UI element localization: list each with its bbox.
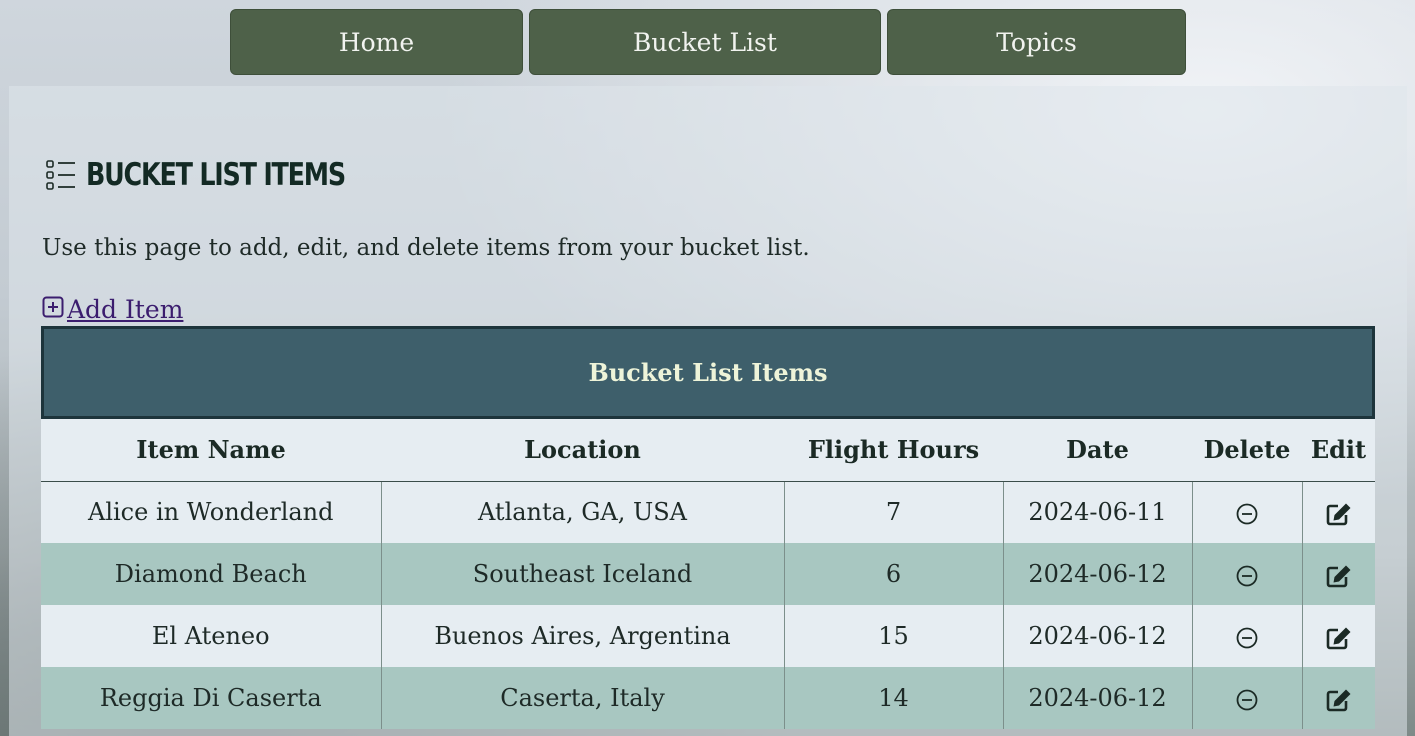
cell-date: 2024-06-12 <box>1002 605 1192 667</box>
cell-date: 2024-06-12 <box>1002 543 1192 605</box>
cell-item-name: Reggia Di Caserta <box>41 667 381 729</box>
edit-square-icon[interactable] <box>1326 502 1352 526</box>
header-item-name: Item Name <box>41 419 381 482</box>
add-item-label[interactable]: Add Item <box>67 295 183 324</box>
cell-flight-hours: 7 <box>783 481 1003 543</box>
cell-flight-hours: 15 <box>783 605 1003 667</box>
page-heading: Bucket List Items <box>45 155 402 195</box>
cell-date: 2024-06-12 <box>1002 667 1192 729</box>
minus-circle-icon[interactable] <box>1236 565 1258 587</box>
minus-circle-icon[interactable] <box>1236 503 1258 525</box>
cell-location: Southeast Iceland <box>380 543 784 605</box>
header-location: Location <box>381 419 784 482</box>
cell-item-name: Alice in Wonderland <box>41 481 381 543</box>
header-flight-hours: Flight Hours <box>784 419 1003 482</box>
cell-location: Buenos Aires, Argentina <box>380 605 784 667</box>
nav-topics-button[interactable]: Topics <box>887 9 1186 75</box>
bucket-list-table: Bucket List Items Item Name Location Fli… <box>41 326 1375 729</box>
table-caption: Bucket List Items <box>41 326 1375 419</box>
cell-delete <box>1191 543 1302 605</box>
cell-location: Caserta, Italy <box>380 667 784 729</box>
nav-bucket-list-button[interactable]: Bucket List <box>529 9 881 75</box>
cell-delete <box>1191 605 1302 667</box>
cell-date: 2024-06-11 <box>1002 481 1192 543</box>
page-title: Bucket List Items <box>86 157 346 193</box>
header-date: Date <box>1003 419 1192 482</box>
table-row: El Ateneo Buenos Aires, Argentina 15 202… <box>41 605 1375 667</box>
table-row: Diamond Beach Southeast Iceland 6 2024-0… <box>41 543 1375 605</box>
cell-edit <box>1301 605 1375 667</box>
minus-circle-icon[interactable] <box>1236 689 1258 711</box>
cell-edit <box>1301 543 1375 605</box>
table-row: Alice in Wonderland Atlanta, GA, USA 7 2… <box>41 481 1375 543</box>
cell-item-name: El Ateneo <box>41 605 381 667</box>
edit-square-icon[interactable] <box>1326 626 1352 650</box>
cell-delete <box>1191 667 1302 729</box>
table-header-row: Item Name Location Flight Hours Date Del… <box>41 419 1375 482</box>
cell-item-name: Diamond Beach <box>41 543 381 605</box>
table-row: Reggia Di Caserta Caserta, Italy 14 2024… <box>41 667 1375 729</box>
cell-edit <box>1301 667 1375 729</box>
cell-edit <box>1301 481 1375 543</box>
header-edit: Edit <box>1302 419 1375 482</box>
header-delete: Delete <box>1192 419 1302 482</box>
cell-delete <box>1191 481 1302 543</box>
add-item-link[interactable]: Add Item <box>42 295 183 324</box>
edit-square-icon[interactable] <box>1326 688 1352 712</box>
cell-flight-hours: 14 <box>783 667 1003 729</box>
nav-home-button[interactable]: Home <box>230 9 523 75</box>
edit-square-icon[interactable] <box>1326 564 1352 588</box>
intro-text: Use this page to add, edit, and delete i… <box>42 235 810 261</box>
cell-flight-hours: 6 <box>783 543 1003 605</box>
cell-location: Atlanta, GA, USA <box>380 481 784 543</box>
list-icon <box>46 160 75 190</box>
plus-square-icon <box>42 296 64 317</box>
top-nav: Home Bucket List Topics <box>0 9 1415 75</box>
minus-circle-icon[interactable] <box>1236 627 1258 649</box>
